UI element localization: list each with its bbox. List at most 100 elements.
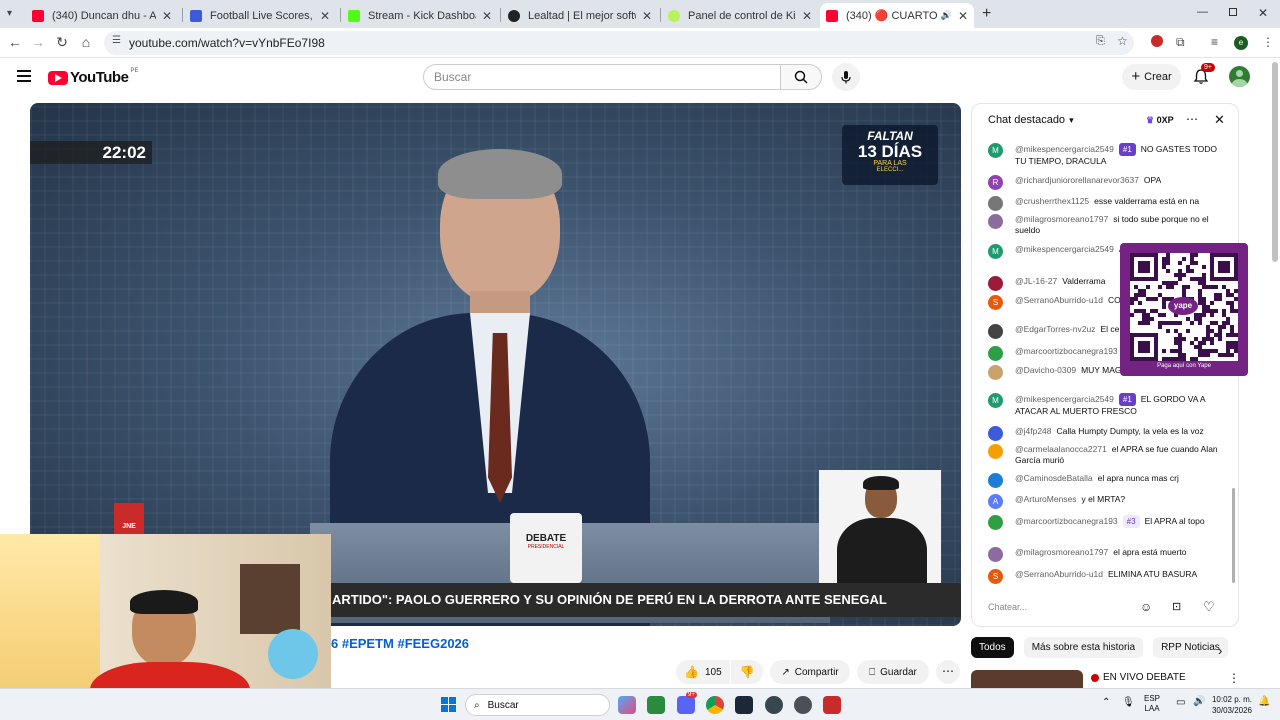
chip-rpp[interactable]: RPP Noticias [1153,637,1228,658]
chat-message[interactable]: M @mikespencergarcia2549 #1 NO GASTES TODO … [988,143,1224,167]
windows-start-icon[interactable] [441,697,457,713]
chat-message[interactable]: @carmelaalanocca2271 el APRA se fue cuand… [988,444,1224,466]
chat-message[interactable]: @milagrosmoreano1797 el apra está muerto [988,547,1224,562]
extensions-puzzle-icon[interactable]: ⧉ [1176,35,1185,50]
volume-icon[interactable]: 🔊 [1193,696,1205,707]
site-info-icon[interactable]: ☰ [112,35,121,46]
obs-icon[interactable] [765,696,783,714]
related-video-thumbnail[interactable] [971,670,1083,688]
chat-author[interactable]: @EdgarTorres-nv2uz [1015,324,1095,334]
super-chat-icon[interactable]: ⊡ [1172,600,1181,613]
browser-tab[interactable]: (340) Duncan dhu - A tientas (I ✕ [26,3,178,28]
reload-icon[interactable]: ↻ [53,34,71,51]
chat-avatar[interactable]: M [988,143,1003,158]
language-indicator[interactable]: ESP LAA [1144,694,1160,714]
app-icon[interactable] [794,696,812,714]
chat-avatar[interactable] [988,346,1003,361]
address-bar[interactable]: ☰ youtube.com/watch?v=vYnbFEo7I98 ⎘ ☆ [104,31,1134,55]
chat-avatar[interactable] [988,324,1003,339]
hamburger-menu-icon[interactable] [17,70,31,82]
chat-author[interactable]: @Davicho-0309 [1015,365,1076,375]
chat-author[interactable]: @carmelaalanocca2271 [1015,444,1107,454]
chat-message[interactable]: R @richardjuniororellanarevor3637 OPA [988,175,1224,190]
kick-app-icon[interactable] [647,696,665,714]
chat-avatar[interactable]: M [988,244,1003,259]
copilot-icon[interactable] [618,696,636,714]
notification-center-icon[interactable]: 🔔 [1258,696,1270,707]
bookmark-star-icon[interactable]: ☆ [1117,34,1128,48]
browser-tab[interactable]: Panel de control de KickBot ✕ [662,3,818,28]
chat-message[interactable]: @milagrosmoreano1797 si todo sube porque … [988,214,1224,236]
chat-message[interactable]: S @SerranoAburrido-u1d ELIMINA ATU BASURA [988,569,1224,584]
create-button[interactable]: + Crear [1122,64,1181,90]
install-app-icon[interactable]: ⎘ [1096,35,1105,48]
chat-more-icon[interactable]: ⋯ [1186,112,1198,126]
forward-arrow-icon[interactable]: → [29,34,47,50]
chat-author[interactable]: @milagrosmoreano1797 [1015,214,1108,224]
chat-message[interactable]: @CaminosdeBatalla el apra nunca mas crj [988,473,1224,488]
chips-next-arrow-icon[interactable]: › [1218,643,1222,658]
dislike-button[interactable]: 👎 [731,660,763,684]
speaker-icon[interactable]: 🔊 [941,10,952,21]
close-window-icon[interactable]: ✕ [1258,6,1268,20]
emoji-icon[interactable]: ☺ [1140,600,1152,614]
microphone-tray-icon[interactable]: 🎙 [1122,697,1135,708]
chat-author[interactable]: @JL-16-27 [1015,276,1057,286]
chat-scrollbar[interactable] [1232,488,1235,583]
like-button[interactable]: 👍 105 [676,660,730,684]
maximize-window-icon[interactable] [1229,8,1237,16]
network-icon[interactable]: ▭ [1176,697,1185,708]
chat-message[interactable]: A @ArturoMenses y el MRTA? [988,494,1224,509]
chat-avatar[interactable] [988,276,1003,291]
chat-author[interactable]: @CaminosdeBatalla [1015,473,1093,483]
clock[interactable]: 10:02 p. m. 30/03/2026 [1206,694,1252,716]
chat-avatar[interactable] [988,426,1003,441]
back-arrow-icon[interactable]: ← [6,34,24,50]
chat-avatar[interactable] [988,365,1003,380]
chat-mode-dropdown[interactable]: Chat destacado ▾ [988,114,1074,126]
close-tab-icon[interactable]: ✕ [802,9,812,23]
chat-author[interactable]: @mikespencergarcia2549 [1015,144,1114,154]
close-tab-icon[interactable]: ✕ [162,9,172,23]
chat-input[interactable]: Chatear... [988,598,1138,616]
discord-icon[interactable] [677,696,695,714]
chat-points[interactable]: ♛ 0XP [1146,115,1174,126]
chat-author[interactable]: @j4fp248 [1015,426,1052,436]
notifications-button[interactable]: 9+ [1193,63,1215,90]
share-button[interactable]: ↗ Compartir [770,660,850,684]
chat-author[interactable]: @richardjuniororellanarevor3637 [1015,175,1139,185]
chat-message[interactable]: @crusherrthex1125 esse valderrama está en… [988,196,1224,211]
chat-avatar[interactable]: S [988,295,1003,310]
browser-tab[interactable]: Stream - Kick Dashboard ✕ [342,3,498,28]
browser-tab-active[interactable]: (340) 🔴 CUARTO DÍA DEL 🔊 ✕ [820,3,974,28]
profile-avatar-icon[interactable]: e [1234,34,1248,50]
page-scrollbar[interactable] [1272,62,1278,262]
close-chat-icon[interactable]: ✕ [1214,112,1225,128]
chat-author[interactable]: @marcoortizbocanegra193 [1015,346,1118,356]
taskbar-search[interactable]: ⌕ Buscar [465,694,610,716]
steam-icon[interactable] [735,696,753,714]
heart-icon[interactable]: ♡ [1203,599,1215,615]
chat-avatar[interactable] [988,515,1003,530]
video-hashtags[interactable]: 6 #EPETM #FEEG2026 [331,636,469,651]
browser-menu-icon[interactable]: ⋮ [1262,35,1274,49]
youtube-logo[interactable]: YouTube PE [48,68,138,86]
search-input[interactable]: Buscar [423,64,781,90]
chat-avatar[interactable] [988,196,1003,211]
chat-author[interactable]: @milagrosmoreano1797 [1015,547,1108,557]
chat-author[interactable]: @ArturoMenses [1015,494,1077,504]
chat-avatar[interactable]: A [988,494,1003,509]
minimize-window-icon[interactable]: — [1197,6,1208,18]
browser-tab[interactable]: Football Live Scores, Fixtures & ✕ [184,3,336,28]
extension-icon[interactable] [1151,35,1163,50]
close-tab-icon[interactable]: ✕ [482,9,492,23]
save-button[interactable]: ⎕ Guardar [857,660,929,684]
account-avatar[interactable] [1229,66,1250,87]
chip-more-story[interactable]: Más sobre esta historia [1023,637,1144,658]
chat-avatar[interactable] [988,444,1003,459]
chip-todos[interactable]: Todos [971,637,1014,658]
chat-avatar[interactable] [988,473,1003,488]
chat-avatar[interactable] [988,214,1003,229]
chat-author[interactable]: @SerranoAburrido-u1d [1015,295,1103,305]
chat-author[interactable]: @mikespencergarcia2549 [1015,244,1114,254]
